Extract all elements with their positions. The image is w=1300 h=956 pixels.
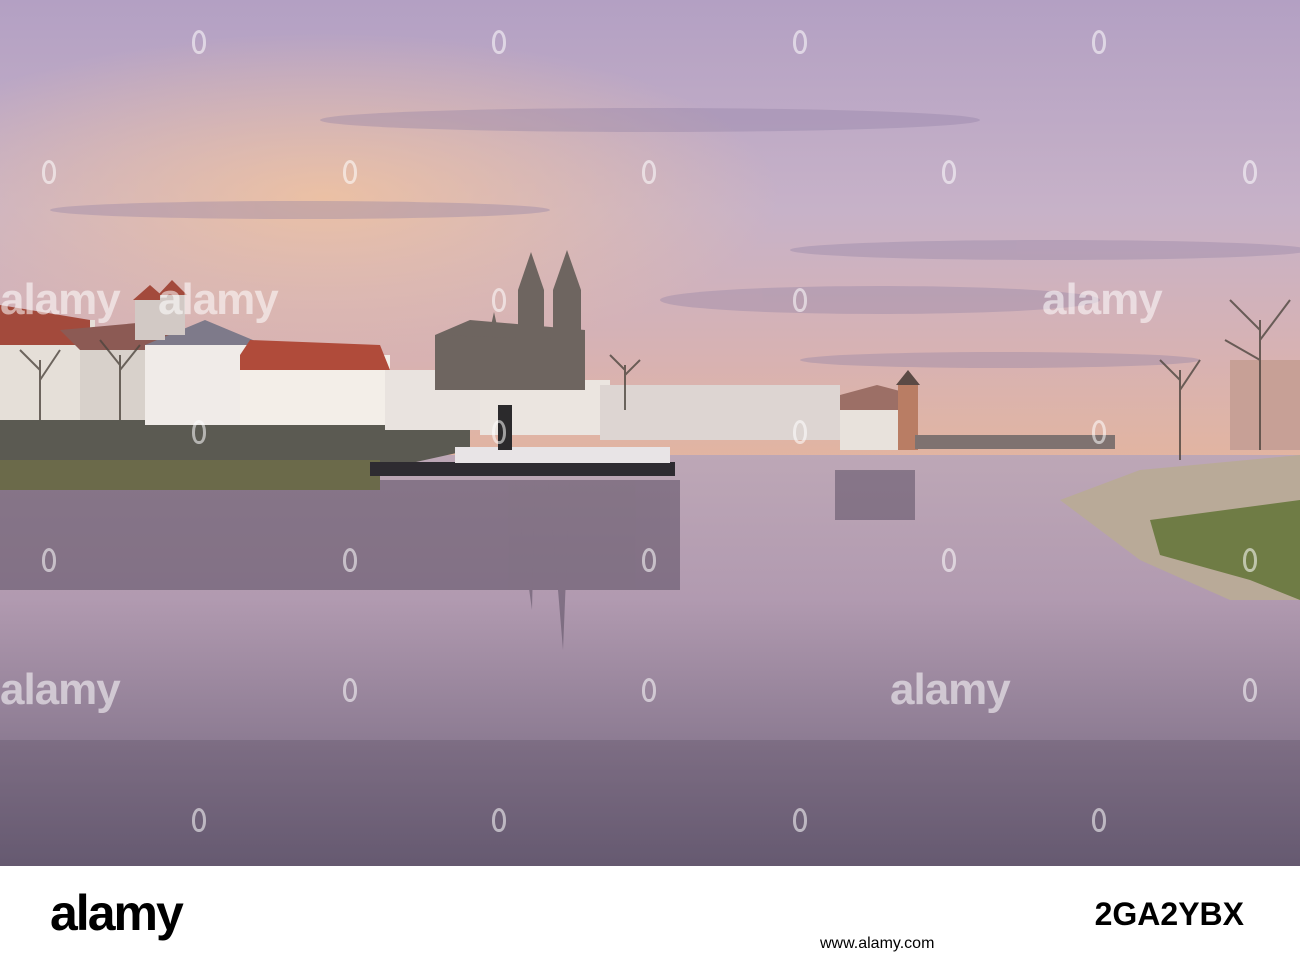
- watermark-dot: [793, 30, 807, 54]
- watermark-dot: [343, 160, 357, 184]
- watermark-dot: [492, 30, 506, 54]
- watermark-dot: [793, 420, 807, 444]
- watermark-dot: [642, 678, 656, 702]
- watermark-dot: [492, 288, 506, 312]
- watermark-dot: [942, 548, 956, 572]
- watermark-5: alamy: [890, 665, 1011, 714]
- watermark-dot: [42, 548, 56, 572]
- right-buildings: [1230, 360, 1300, 450]
- watermark-dot: [1243, 678, 1257, 702]
- watermark-dot: [42, 160, 56, 184]
- footer-domain: www.alamy.com: [820, 935, 935, 952]
- watermark-dot: [1092, 420, 1106, 444]
- watermark-dot: [1092, 30, 1106, 54]
- stone-bridge: [915, 435, 1115, 449]
- watermark-dot: [1092, 808, 1106, 832]
- watermark-dot: [642, 160, 656, 184]
- watermark-4: alamy: [0, 665, 121, 714]
- watermark-1: alamy: [0, 275, 121, 324]
- watermark-dot: [642, 548, 656, 572]
- image-id: 2GA2YBX: [1094, 896, 1244, 932]
- watermark-dot: [492, 808, 506, 832]
- watermark-dot: [1243, 160, 1257, 184]
- watermark-dot: [793, 288, 807, 312]
- watermark-dot: [492, 420, 506, 444]
- watermark-dot: [192, 808, 206, 832]
- watermark-dot: [793, 808, 807, 832]
- footer-logo: alamy: [50, 885, 184, 941]
- watermark-dot: [1243, 548, 1257, 572]
- watermark-2: alamy: [158, 275, 279, 324]
- watermark-dot: [192, 30, 206, 54]
- watermark-dot: [343, 678, 357, 702]
- watermark-dot: [942, 160, 956, 184]
- watermark-dot: [343, 548, 357, 572]
- watermark-dot: [192, 420, 206, 444]
- watermark-3: alamy: [1042, 275, 1163, 324]
